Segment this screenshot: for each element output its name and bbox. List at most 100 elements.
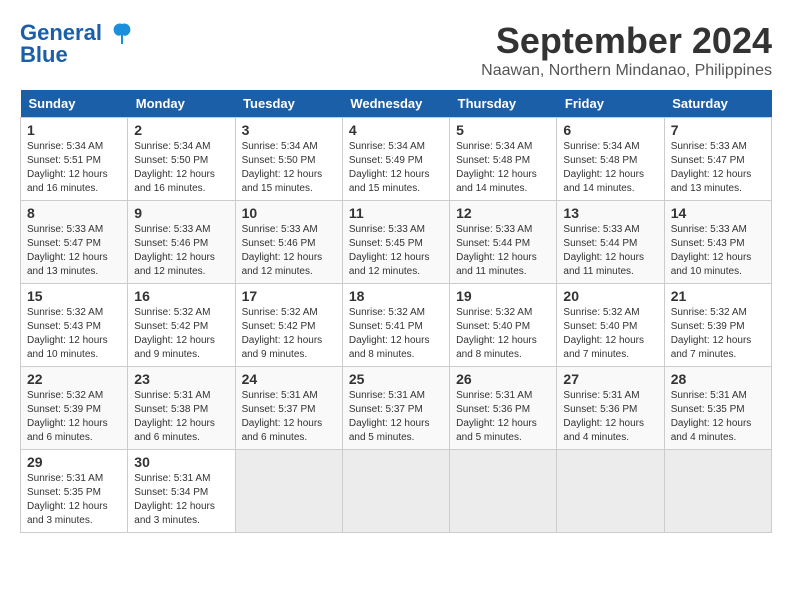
location-title: Naawan, Northern Mindanao, Philippines [481, 62, 772, 80]
calendar-cell: 11Sunrise: 5:33 AMSunset: 5:45 PMDayligh… [342, 201, 449, 284]
calendar-cell: 1 Sunrise: 5:34 AMSunset: 5:51 PMDaylight… [21, 118, 128, 201]
day-number: 4 [349, 122, 443, 138]
cell-info: Sunrise: 5:34 AMSunset: 5:48 PMDaylight:… [456, 140, 550, 196]
calendar-cell [557, 450, 664, 533]
day-number: 10 [242, 205, 336, 221]
cell-info: Sunrise: 5:34 AMSunset: 5:50 PMDaylight:… [134, 140, 228, 196]
cell-info: Sunrise: 5:31 AMSunset: 5:34 PMDaylight:… [134, 472, 228, 528]
cell-info: Sunrise: 5:33 AMSunset: 5:46 PMDaylight:… [242, 223, 336, 279]
cell-info: Sunrise: 5:33 AMSunset: 5:47 PMDaylight:… [27, 223, 121, 279]
calendar-week-row: 15 Sunrise: 5:32 AMSunset: 5:43 PMDayligh… [21, 284, 772, 367]
day-number: 21 [671, 288, 765, 304]
day-number: 15 [27, 288, 121, 304]
cell-info: Sunrise: 5:32 AMSunset: 5:40 PMDaylight:… [563, 306, 657, 362]
calendar-cell: 6 Sunrise: 5:34 AMSunset: 5:48 PMDaylight… [557, 118, 664, 201]
cell-info: Sunrise: 5:31 AMSunset: 5:35 PMDaylight:… [27, 472, 121, 528]
cell-info: Sunrise: 5:32 AMSunset: 5:42 PMDaylight:… [242, 306, 336, 362]
cell-info: Sunrise: 5:33 AMSunset: 5:44 PMDaylight:… [456, 223, 550, 279]
day-number: 16 [134, 288, 228, 304]
day-number: 28 [671, 371, 765, 387]
day-number: 12 [456, 205, 550, 221]
header-wednesday: Wednesday [342, 90, 449, 118]
header-friday: Friday [557, 90, 664, 118]
day-number: 1 [27, 122, 121, 138]
calendar-cell: 10 Sunrise: 5:33 AMSunset: 5:46 PMDayligh… [235, 201, 342, 284]
calendar-week-row: 29 Sunrise: 5:31 AMSunset: 5:35 PMDayligh… [21, 450, 772, 533]
cell-info: Sunrise: 5:32 AMSunset: 5:41 PMDaylight:… [349, 306, 443, 362]
day-number: 26 [456, 371, 550, 387]
cell-info: Sunrise: 5:32 AMSunset: 5:40 PMDaylight:… [456, 306, 550, 362]
day-number: 14 [671, 205, 765, 221]
day-number: 7 [671, 122, 765, 138]
day-number: 8 [27, 205, 121, 221]
calendar-cell: 14 Sunrise: 5:33 AMSunset: 5:43 PMDayligh… [664, 201, 771, 284]
calendar-cell [235, 450, 342, 533]
day-number: 5 [456, 122, 550, 138]
title-area: September 2024 Naawan, Northern Mindanao… [481, 20, 772, 80]
cell-info: Sunrise: 5:33 AMSunset: 5:46 PMDaylight:… [134, 223, 228, 279]
cell-info: Sunrise: 5:31 AMSunset: 5:38 PMDaylight:… [134, 389, 228, 445]
calendar-cell [342, 450, 449, 533]
day-number: 6 [563, 122, 657, 138]
calendar-cell: 28 Sunrise: 5:31 AMSunset: 5:35 PMDayligh… [664, 367, 771, 450]
calendar-cell: 17Sunrise: 5:32 AMSunset: 5:42 PMDayligh… [235, 284, 342, 367]
day-number: 23 [134, 371, 228, 387]
day-number: 22 [27, 371, 121, 387]
calendar-cell: 30 Sunrise: 5:31 AMSunset: 5:34 PMDayligh… [128, 450, 235, 533]
cell-info: Sunrise: 5:32 AMSunset: 5:39 PMDaylight:… [671, 306, 765, 362]
calendar-cell [450, 450, 557, 533]
calendar-cell: 3 Sunrise: 5:34 AMSunset: 5:50 PMDaylight… [235, 118, 342, 201]
calendar-cell: 19 Sunrise: 5:32 AMSunset: 5:40 PMDayligh… [450, 284, 557, 367]
calendar-cell: 9 Sunrise: 5:33 AMSunset: 5:46 PMDaylight… [128, 201, 235, 284]
cell-info: Sunrise: 5:31 AMSunset: 5:36 PMDaylight:… [456, 389, 550, 445]
day-number: 3 [242, 122, 336, 138]
calendar-cell: 5 Sunrise: 5:34 AMSunset: 5:48 PMDaylight… [450, 118, 557, 201]
calendar-week-row: 22 Sunrise: 5:32 AMSunset: 5:39 PMDayligh… [21, 367, 772, 450]
calendar-cell: 21 Sunrise: 5:32 AMSunset: 5:39 PMDayligh… [664, 284, 771, 367]
cell-info: Sunrise: 5:31 AMSunset: 5:36 PMDaylight:… [563, 389, 657, 445]
cell-info: Sunrise: 5:33 AMSunset: 5:43 PMDaylight:… [671, 223, 765, 279]
cell-info: Sunrise: 5:33 AMSunset: 5:44 PMDaylight:… [563, 223, 657, 279]
cell-info: Sunrise: 5:32 AMSunset: 5:42 PMDaylight:… [134, 306, 228, 362]
calendar-cell: 7Sunrise: 5:33 AMSunset: 5:47 PMDaylight… [664, 118, 771, 201]
calendar-cell: 20 Sunrise: 5:32 AMSunset: 5:40 PMDayligh… [557, 284, 664, 367]
day-number: 13 [563, 205, 657, 221]
calendar-cell: 22 Sunrise: 5:32 AMSunset: 5:39 PMDayligh… [21, 367, 128, 450]
cell-info: Sunrise: 5:34 AMSunset: 5:50 PMDaylight:… [242, 140, 336, 196]
calendar-header-row: SundayMondayTuesdayWednesdayThursdayFrid… [21, 90, 772, 118]
calendar-cell: 18 Sunrise: 5:32 AMSunset: 5:41 PMDayligh… [342, 284, 449, 367]
day-number: 2 [134, 122, 228, 138]
day-number: 18 [349, 288, 443, 304]
day-number: 9 [134, 205, 228, 221]
cell-info: Sunrise: 5:32 AMSunset: 5:43 PMDaylight:… [27, 306, 121, 362]
calendar-cell: 16 Sunrise: 5:32 AMSunset: 5:42 PMDayligh… [128, 284, 235, 367]
cell-info: Sunrise: 5:31 AMSunset: 5:35 PMDaylight:… [671, 389, 765, 445]
cell-info: Sunrise: 5:34 AMSunset: 5:48 PMDaylight:… [563, 140, 657, 196]
cell-info: Sunrise: 5:31 AMSunset: 5:37 PMDaylight:… [349, 389, 443, 445]
month-title: September 2024 [481, 20, 772, 62]
day-number: 29 [27, 454, 121, 470]
cell-info: Sunrise: 5:32 AMSunset: 5:39 PMDaylight:… [27, 389, 121, 445]
calendar-cell: 2 Sunrise: 5:34 AMSunset: 5:50 PMDaylight… [128, 118, 235, 201]
header-monday: Monday [128, 90, 235, 118]
day-number: 19 [456, 288, 550, 304]
calendar-table: SundayMondayTuesdayWednesdayThursdayFrid… [20, 90, 772, 533]
calendar-week-row: 1 Sunrise: 5:34 AMSunset: 5:51 PMDaylight… [21, 118, 772, 201]
header-tuesday: Tuesday [235, 90, 342, 118]
calendar-cell: 13 Sunrise: 5:33 AMSunset: 5:44 PMDayligh… [557, 201, 664, 284]
logo-blue: Blue [20, 42, 68, 68]
header-sunday: Sunday [21, 90, 128, 118]
calendar-cell: 27Sunrise: 5:31 AMSunset: 5:36 PMDayligh… [557, 367, 664, 450]
header-thursday: Thursday [450, 90, 557, 118]
cell-info: Sunrise: 5:34 AMSunset: 5:49 PMDaylight:… [349, 140, 443, 196]
day-number: 20 [563, 288, 657, 304]
cell-info: Sunrise: 5:34 AMSunset: 5:51 PMDaylight:… [27, 140, 121, 196]
calendar-cell: 24Sunrise: 5:31 AMSunset: 5:37 PMDayligh… [235, 367, 342, 450]
header-saturday: Saturday [664, 90, 771, 118]
calendar-cell: 4 Sunrise: 5:34 AMSunset: 5:49 PMDaylight… [342, 118, 449, 201]
calendar-cell: 12 Sunrise: 5:33 AMSunset: 5:44 PMDayligh… [450, 201, 557, 284]
day-number: 30 [134, 454, 228, 470]
logo-bird-icon [108, 20, 136, 48]
calendar-cell [664, 450, 771, 533]
day-number: 24 [242, 371, 336, 387]
